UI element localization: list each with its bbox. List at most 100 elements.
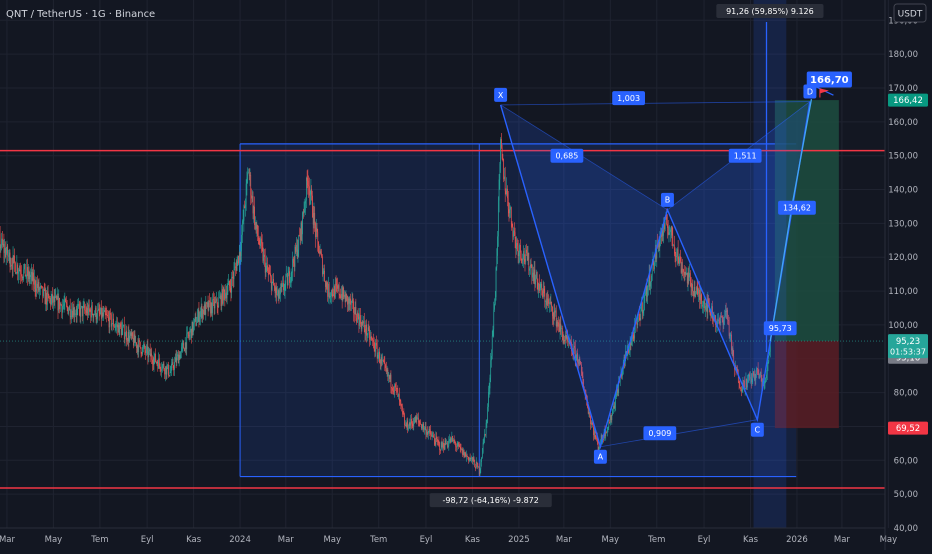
chart-canvas[interactable]: XABCD1,0030,6851,5110,909-98,72 (-64,16%… [0, 0, 932, 550]
candle-body [650, 282, 651, 287]
candle-body [405, 425, 406, 426]
pattern-point-c: C [751, 423, 764, 437]
x-tick-label: Eyl [420, 535, 433, 545]
candle-body [306, 178, 307, 201]
candle-body [428, 432, 429, 435]
candle-body [198, 310, 199, 317]
candle-body [240, 252, 241, 256]
candle-body [469, 458, 470, 460]
candle-body [480, 469, 481, 474]
candle-body [82, 306, 83, 316]
candle-body [279, 294, 280, 298]
candle-body [436, 436, 437, 439]
candle-body [414, 417, 415, 423]
candle-body [51, 298, 52, 304]
candle-body [512, 227, 513, 237]
candle-body [300, 236, 301, 239]
candle-body [257, 225, 258, 236]
candle-body [41, 286, 42, 287]
candle-body [272, 282, 273, 290]
x-tick-label: May [602, 535, 620, 545]
candle-body [416, 417, 417, 423]
candle-body [385, 364, 386, 368]
price-chart[interactable]: XABCD1,0030,6851,5110,909-98,72 (-64,16%… [0, 0, 932, 550]
candle-body [154, 354, 155, 358]
candle-body [53, 297, 54, 303]
currency-button-label[interactable]: USDT [898, 10, 923, 20]
candle-body [382, 360, 383, 361]
projection-label: 134,62 [778, 201, 816, 215]
candle-body [151, 354, 152, 357]
candle-body [58, 296, 59, 310]
candle-body [702, 305, 703, 307]
candle-body [324, 271, 325, 272]
projection-label-text: 134,62 [783, 204, 811, 213]
candle-body [276, 287, 277, 293]
candle-body [193, 323, 194, 332]
candle-body [408, 429, 409, 430]
candle-body [509, 210, 510, 214]
candle-body [129, 336, 130, 342]
candle-body [568, 341, 569, 342]
candle-body [65, 299, 66, 302]
candle-body [235, 267, 236, 268]
candle-body [23, 277, 24, 278]
candle-body [362, 322, 363, 324]
candle-body [137, 345, 138, 348]
candle-body [352, 300, 353, 302]
candle-body [221, 295, 222, 306]
candle-body [242, 221, 243, 234]
candle-body [433, 435, 434, 437]
candle-body [674, 245, 675, 249]
candle-body [9, 253, 10, 256]
currency-button[interactable]: USDT [894, 4, 926, 22]
candle-body [4, 244, 5, 253]
candle-body [45, 289, 46, 304]
candle-body [271, 276, 272, 289]
candle-body [371, 337, 372, 338]
pattern-ratio-label-text: 0,909 [648, 429, 671, 438]
y-tick-label: 60,00 [894, 456, 918, 466]
candle-body [346, 294, 347, 302]
candle-body [57, 296, 58, 299]
candle-body [387, 370, 388, 372]
candle-body [510, 207, 511, 209]
candle-body [550, 302, 551, 303]
x-tick-label: May [45, 535, 63, 545]
x-tick-label: Tem [90, 535, 108, 545]
candle-body [740, 388, 741, 389]
x-tick-label: Kas [465, 535, 481, 545]
candle-body [76, 314, 77, 315]
candle-body [258, 236, 259, 240]
candle-body [436, 436, 437, 444]
candle-body [514, 231, 515, 233]
candle-body [284, 290, 285, 291]
candle-body [74, 308, 75, 316]
candle-body [645, 294, 646, 295]
candle-body [515, 238, 516, 249]
candle-body [501, 139, 502, 148]
candle-body [462, 449, 463, 455]
candle-body [509, 209, 510, 213]
pattern-point-b-text: B [665, 196, 671, 205]
candle-body [110, 313, 111, 314]
candle-body [612, 409, 613, 415]
candle-body [125, 331, 126, 337]
candle-body [43, 289, 44, 296]
candle-body [537, 272, 538, 282]
candle-body [116, 324, 117, 325]
candle-body [218, 306, 219, 307]
candle-body [101, 308, 102, 319]
candle-body [465, 452, 466, 456]
candle-body [393, 391, 394, 392]
candle-body [642, 303, 643, 314]
candle-body [383, 360, 384, 361]
candle-body [343, 288, 344, 300]
candle-body [107, 315, 108, 316]
candle-body [698, 290, 699, 294]
candle-body [540, 288, 541, 291]
candle-body [493, 329, 494, 336]
candle-body [3, 244, 4, 245]
candle-body [496, 256, 497, 268]
candle-body [1, 239, 2, 247]
